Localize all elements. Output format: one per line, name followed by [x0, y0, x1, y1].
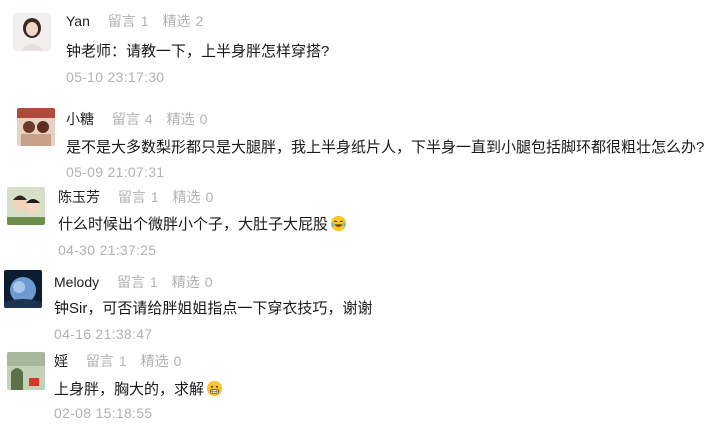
- comment-time: 05-09 21:07:31: [66, 164, 165, 180]
- comment-text: 钟老师：请教一下，上半身胖怎样穿搭?: [66, 43, 330, 60]
- reply-stat: 留言 1: [117, 274, 158, 290]
- username[interactable]: 陈玉芳: [58, 189, 100, 205]
- reply-stat: 留言 1: [107, 13, 149, 29]
- comment-time: 04-30 21:37:25: [58, 242, 157, 258]
- comment-meta: 陈玉芳 留言 1 精选 0: [58, 188, 223, 206]
- username[interactable]: Yan: [66, 13, 90, 29]
- comment-text-body: 什么时候出个微胖小个子，大肚子大屁股: [58, 216, 329, 233]
- avatar[interactable]: [13, 13, 51, 51]
- avatar[interactable]: [7, 187, 45, 225]
- comment-meta: 婬 留言 1 精选 0: [54, 352, 191, 370]
- comment-text: 是不是大多数梨形都只是大腿胖，我上半身纸片人，下半身一直到小腿包括脚环都很粗壮怎…: [66, 139, 705, 156]
- reply-stat: 留言 4: [111, 111, 153, 127]
- comment-meta: Melody 留言 1 精选 0: [54, 273, 223, 291]
- select-stat: 精选 0: [140, 353, 182, 369]
- reply-stat: 留言 1: [85, 353, 127, 369]
- comment-text: 钟Sir，可否请给胖姐姐指点一下穿衣技巧，谢谢: [54, 300, 373, 317]
- select-stat: 精选 0: [171, 274, 213, 290]
- select-stat: 精选 0: [166, 111, 208, 127]
- comment-text: 什么时候出个微胖小个子，大肚子大屁股: [58, 215, 347, 235]
- comment-time: 05-10 23:17:30: [66, 69, 165, 85]
- avatar[interactable]: [4, 270, 42, 308]
- username[interactable]: Melody: [54, 274, 99, 290]
- comment-time: 02-08 15:18:55: [54, 405, 153, 421]
- username[interactable]: 小糖: [66, 111, 94, 127]
- reply-stat: 留言 1: [117, 189, 159, 205]
- select-stat: 精选 0: [172, 189, 214, 205]
- select-stat: 精选 2: [162, 13, 204, 29]
- comment-text-body: 上身胖，胸大的，求解: [54, 381, 205, 398]
- avatar[interactable]: [7, 352, 45, 390]
- comment-meta: Yan 留言 1 精选 2: [66, 12, 213, 30]
- comment-meta: 小糖 留言 4 精选 0: [66, 110, 217, 128]
- comment-time: 04-16 21:38:47: [54, 326, 153, 342]
- grimacing-emoji-icon: [206, 380, 223, 397]
- tears-of-joy-emoji-icon: [330, 215, 347, 232]
- avatar[interactable]: [17, 108, 55, 146]
- username[interactable]: 婬: [54, 353, 68, 369]
- comment-text: 上身胖，胸大的，求解: [54, 380, 223, 400]
